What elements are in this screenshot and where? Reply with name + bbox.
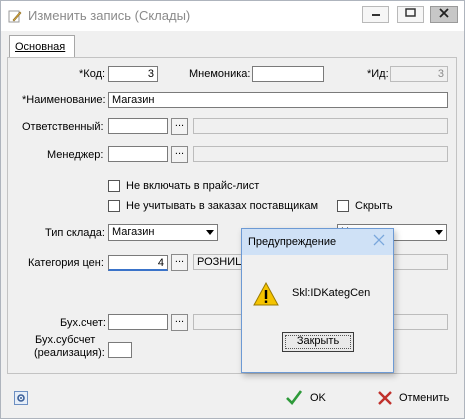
mnemonic-field[interactable] xyxy=(252,66,324,82)
bottom-bar: OK Отменить xyxy=(1,383,464,418)
cancel-label: Отменить xyxy=(399,392,450,404)
warning-dialog: Предупреждение Skl:IDKategCen Закрыть xyxy=(241,228,394,373)
account-field[interactable] xyxy=(108,314,168,330)
manager-name-field xyxy=(193,146,448,162)
id-label: *Ид: xyxy=(367,68,389,80)
mnemonic-label: Мнемоника: xyxy=(189,68,251,80)
responsible-label: Ответственный: xyxy=(22,121,104,133)
manager-lookup-button[interactable]: ... xyxy=(171,146,188,163)
warehouse-type-label: Тип склада: xyxy=(45,227,105,239)
tab-main-label: Основная xyxy=(15,41,66,53)
title-bar: Изменить запись (Склады) xyxy=(1,1,464,31)
dialog-close-icon[interactable] xyxy=(373,233,385,250)
ok-label: OK xyxy=(310,392,326,404)
tab-main[interactable]: Основная xyxy=(9,35,75,57)
price-category-label: Категория цен: xyxy=(28,257,104,269)
maximize-button[interactable] xyxy=(397,6,424,23)
maximize-icon xyxy=(404,8,417,21)
cross-icon xyxy=(377,390,393,409)
hide-label: Скрыть xyxy=(355,200,393,212)
id-field: 3 xyxy=(390,66,448,82)
dialog-title-bar: Предупреждение xyxy=(242,229,393,255)
manager-code-field[interactable] xyxy=(108,146,168,162)
dialog-close-button[interactable]: Закрыть xyxy=(282,332,354,352)
responsible-code-field[interactable] xyxy=(108,118,168,134)
minimize-icon xyxy=(371,8,381,21)
close-window-button[interactable] xyxy=(430,6,458,23)
exclude-supplier-orders-label: Не учитывать в заказах поставщикам xyxy=(126,200,319,212)
name-label: *Наименование: xyxy=(22,94,106,106)
price-category-lookup-button[interactable]: ... xyxy=(171,254,188,271)
manager-label: Менеджер: xyxy=(47,149,104,161)
main-window: Изменить запись (Склады) Основная *Код: … xyxy=(0,0,465,419)
price-category-code-field[interactable]: 4 xyxy=(108,255,168,271)
exclude-supplier-orders-checkbox[interactable] xyxy=(108,200,120,212)
name-field[interactable]: Магазин xyxy=(108,92,448,108)
warehouse-type-value: Магазин xyxy=(112,226,155,238)
account-label: Бух.счет: xyxy=(60,317,106,329)
warning-icon xyxy=(253,281,279,309)
checkmark-icon xyxy=(286,389,303,408)
responsible-lookup-button[interactable]: ... xyxy=(171,118,188,135)
dialog-message: Skl:IDKategCen xyxy=(292,287,371,299)
app-icon xyxy=(8,9,22,23)
close-icon xyxy=(438,8,450,21)
subaccount-label-line2: (реализация): xyxy=(34,347,105,359)
settings-icon[interactable] xyxy=(14,391,28,408)
chevron-down-icon xyxy=(206,230,214,235)
subaccount-label-line1: Бух.субсчет xyxy=(35,334,96,346)
code-field[interactable]: 3 xyxy=(108,66,158,82)
subaccount-field[interactable] xyxy=(108,342,132,358)
tab-bar: Основная xyxy=(7,34,457,57)
hide-checkbox[interactable] xyxy=(337,200,349,212)
exclude-pricelist-label: Не включать в прайс-лист xyxy=(126,180,260,192)
account-lookup-button[interactable]: ... xyxy=(171,314,188,331)
warehouse-type-select[interactable]: Магазин xyxy=(108,224,218,241)
responsible-name-field xyxy=(193,118,448,134)
dialog-title: Предупреждение xyxy=(248,236,337,248)
window-title: Изменить запись (Склады) xyxy=(28,8,191,23)
chevron-down-icon xyxy=(435,230,443,235)
exclude-pricelist-checkbox[interactable] xyxy=(108,180,120,192)
minimize-button[interactable] xyxy=(362,6,389,23)
code-label: *Код: xyxy=(79,68,106,80)
